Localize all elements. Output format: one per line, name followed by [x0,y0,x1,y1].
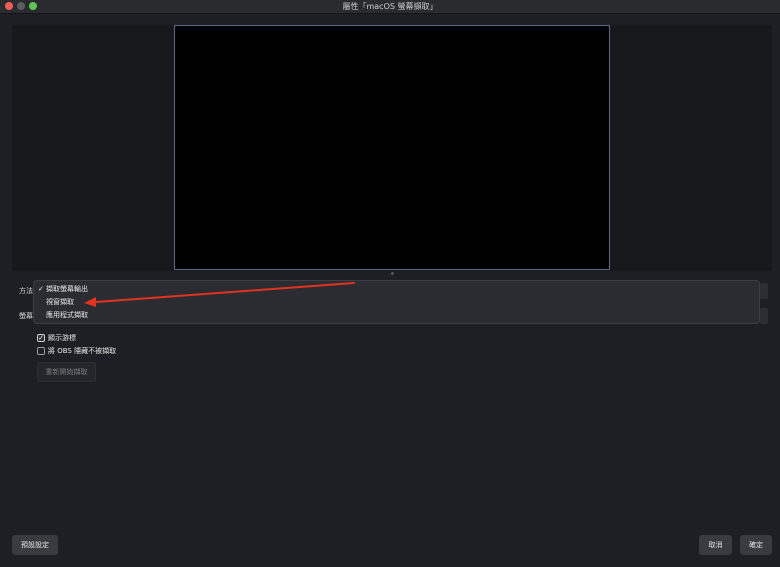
screen-select[interactable] [760,308,768,324]
title-bar: 屬性「macOS 螢幕擷取」 [0,0,780,14]
method-option-label: 擷取螢幕輸出 [46,285,88,293]
hide-obs-checkbox[interactable] [37,346,45,355]
method-option-window[interactable]: 視窗擷取 [34,296,759,308]
defaults-button[interactable]: 預設設定 [12,535,58,555]
show-cursor-label: 顯示游標 [48,333,76,342]
method-dropdown-list: ✓ 擷取螢幕輸出 視窗擷取 應用程式擷取 [33,280,760,324]
cancel-button[interactable]: 取消 [699,535,732,555]
show-cursor-option[interactable]: ✓ 顯示游標 [37,332,76,343]
method-select[interactable] [760,283,768,299]
method-option-application[interactable]: 應用程式擷取 [34,309,759,321]
capture-preview [174,25,610,270]
method-option-screen[interactable]: ✓ 擷取螢幕輸出 [34,283,759,295]
ok-button[interactable]: 確定 [740,535,772,555]
method-option-label: 應用程式擷取 [46,311,88,319]
method-option-label: 視窗擷取 [46,298,74,306]
show-cursor-checkbox[interactable]: ✓ [37,333,45,342]
restart-capture-button[interactable]: 重新開始擷取 [37,362,96,382]
method-label: 方法 [19,287,33,295]
checkmark-icon: ✓ [38,285,44,293]
splitter-handle[interactable] [391,272,394,275]
window-title: 屬性「macOS 螢幕擷取」 [342,2,438,11]
hide-obs-option[interactable]: 將 OBS 隱藏不被擷取 [37,345,116,356]
screen-label: 螢幕 [19,312,33,320]
hide-obs-label: 將 OBS 隱藏不被擷取 [48,346,117,355]
